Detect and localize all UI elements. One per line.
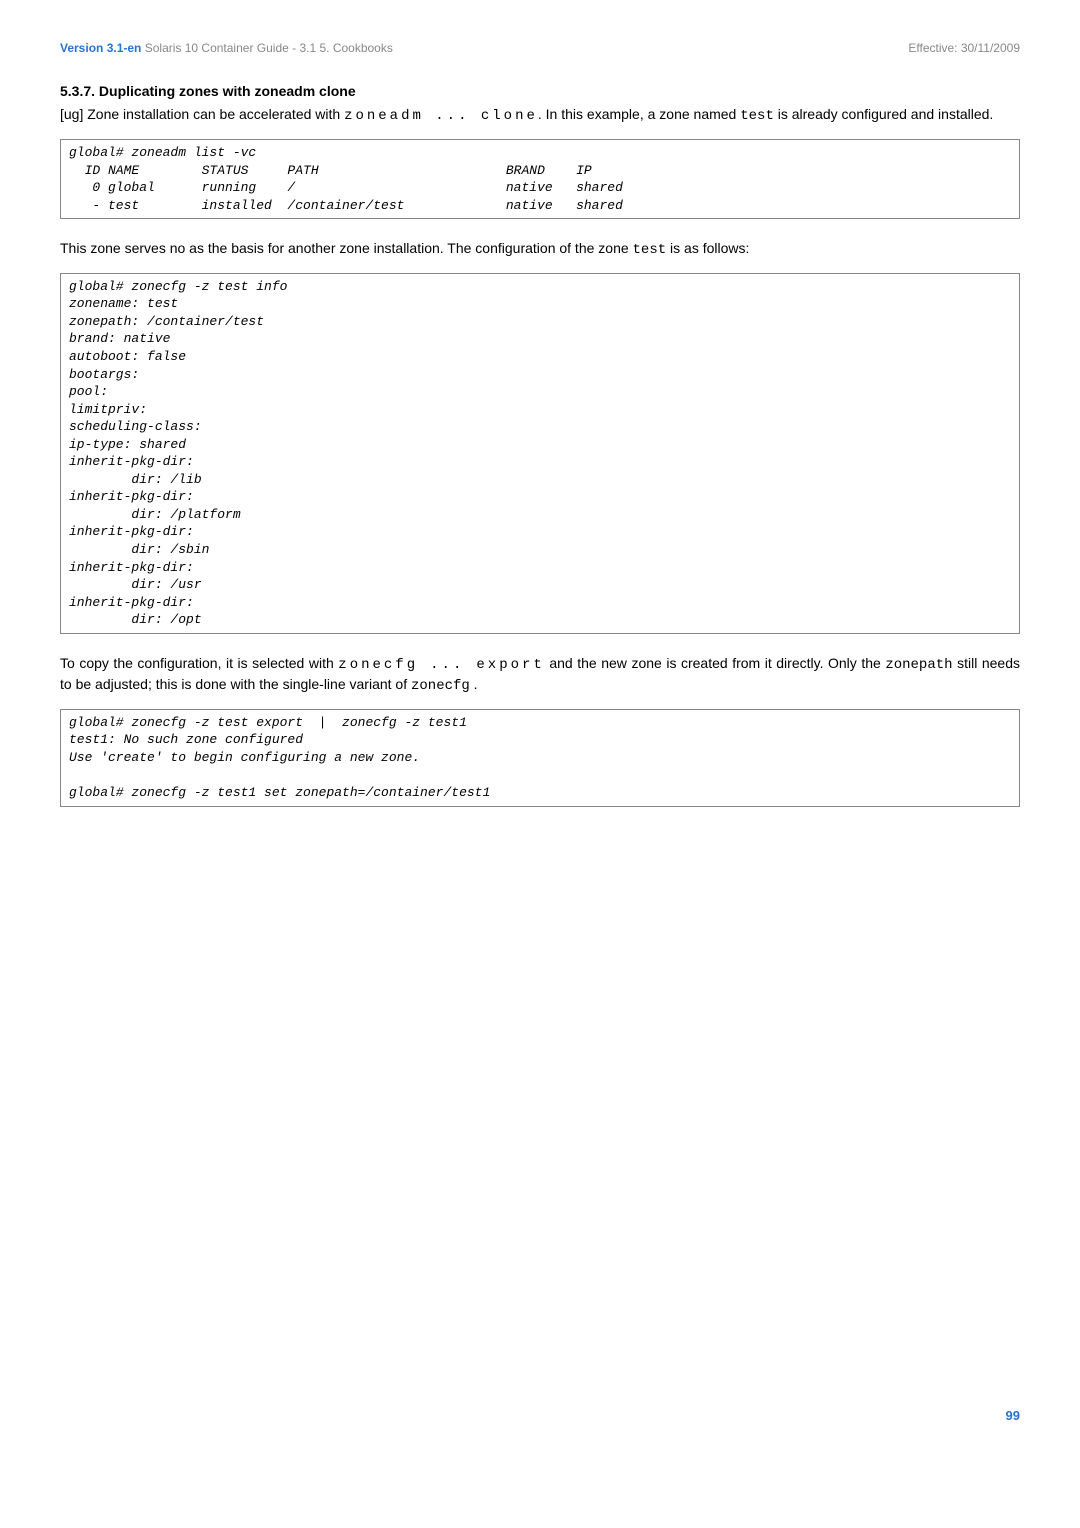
- code-block-3: global# zonecfg -z test export | zonecfg…: [60, 709, 1020, 807]
- p2-prefix: This zone serves no as the basis for ano…: [60, 240, 633, 256]
- p1-prefix: [ug] Zone installation can be accelerate…: [60, 106, 344, 122]
- paragraph-1: [ug] Zone installation can be accelerate…: [60, 105, 1020, 127]
- code-block-1: global# zoneadm list -vc ID NAME STATUS …: [60, 139, 1020, 219]
- page-header: Version 3.1-en Solaris 10 Container Guid…: [60, 40, 1020, 57]
- p2-suffix: is as follows:: [666, 240, 749, 256]
- page-number: 99: [60, 1407, 1020, 1425]
- section-title-text: Duplicating zones with zoneadm clone: [99, 83, 356, 99]
- p1-name: test: [740, 108, 774, 124]
- paragraph-2: This zone serves no as the basis for ano…: [60, 239, 1020, 261]
- p1-cmd: zoneadm ... clone: [344, 108, 538, 124]
- p3-cmd: zonecfg ... export: [338, 657, 545, 673]
- section-number: 5.3.7.: [60, 83, 95, 99]
- p3-zonecfg: zonecfg: [411, 678, 470, 694]
- version-label: Version 3.1-en: [60, 41, 141, 55]
- header-right: Effective: 30/11/2009: [908, 40, 1020, 57]
- header-left: Version 3.1-en Solaris 10 Container Guid…: [60, 40, 393, 57]
- paragraph-3: To copy the configuration, it is selecte…: [60, 654, 1020, 697]
- p1-suffix: is already configured and installed.: [774, 106, 993, 122]
- doc-title: Solaris 10 Container Guide - 3.1 5. Cook…: [145, 41, 393, 55]
- code-block-2: global# zonecfg -z test info zonename: t…: [60, 273, 1020, 634]
- p3-prefix: To copy the configuration, it is selecte…: [60, 655, 338, 671]
- p3-suffix: .: [470, 676, 478, 692]
- p3-mid1: and the new zone is created from it dire…: [545, 655, 886, 671]
- p3-zonepath: zonepath: [885, 657, 952, 673]
- p2-name: test: [633, 242, 667, 258]
- section-heading: 5.3.7. Duplicating zones with zoneadm cl…: [60, 82, 1020, 102]
- p1-mid: . In this example, a zone named: [538, 106, 740, 122]
